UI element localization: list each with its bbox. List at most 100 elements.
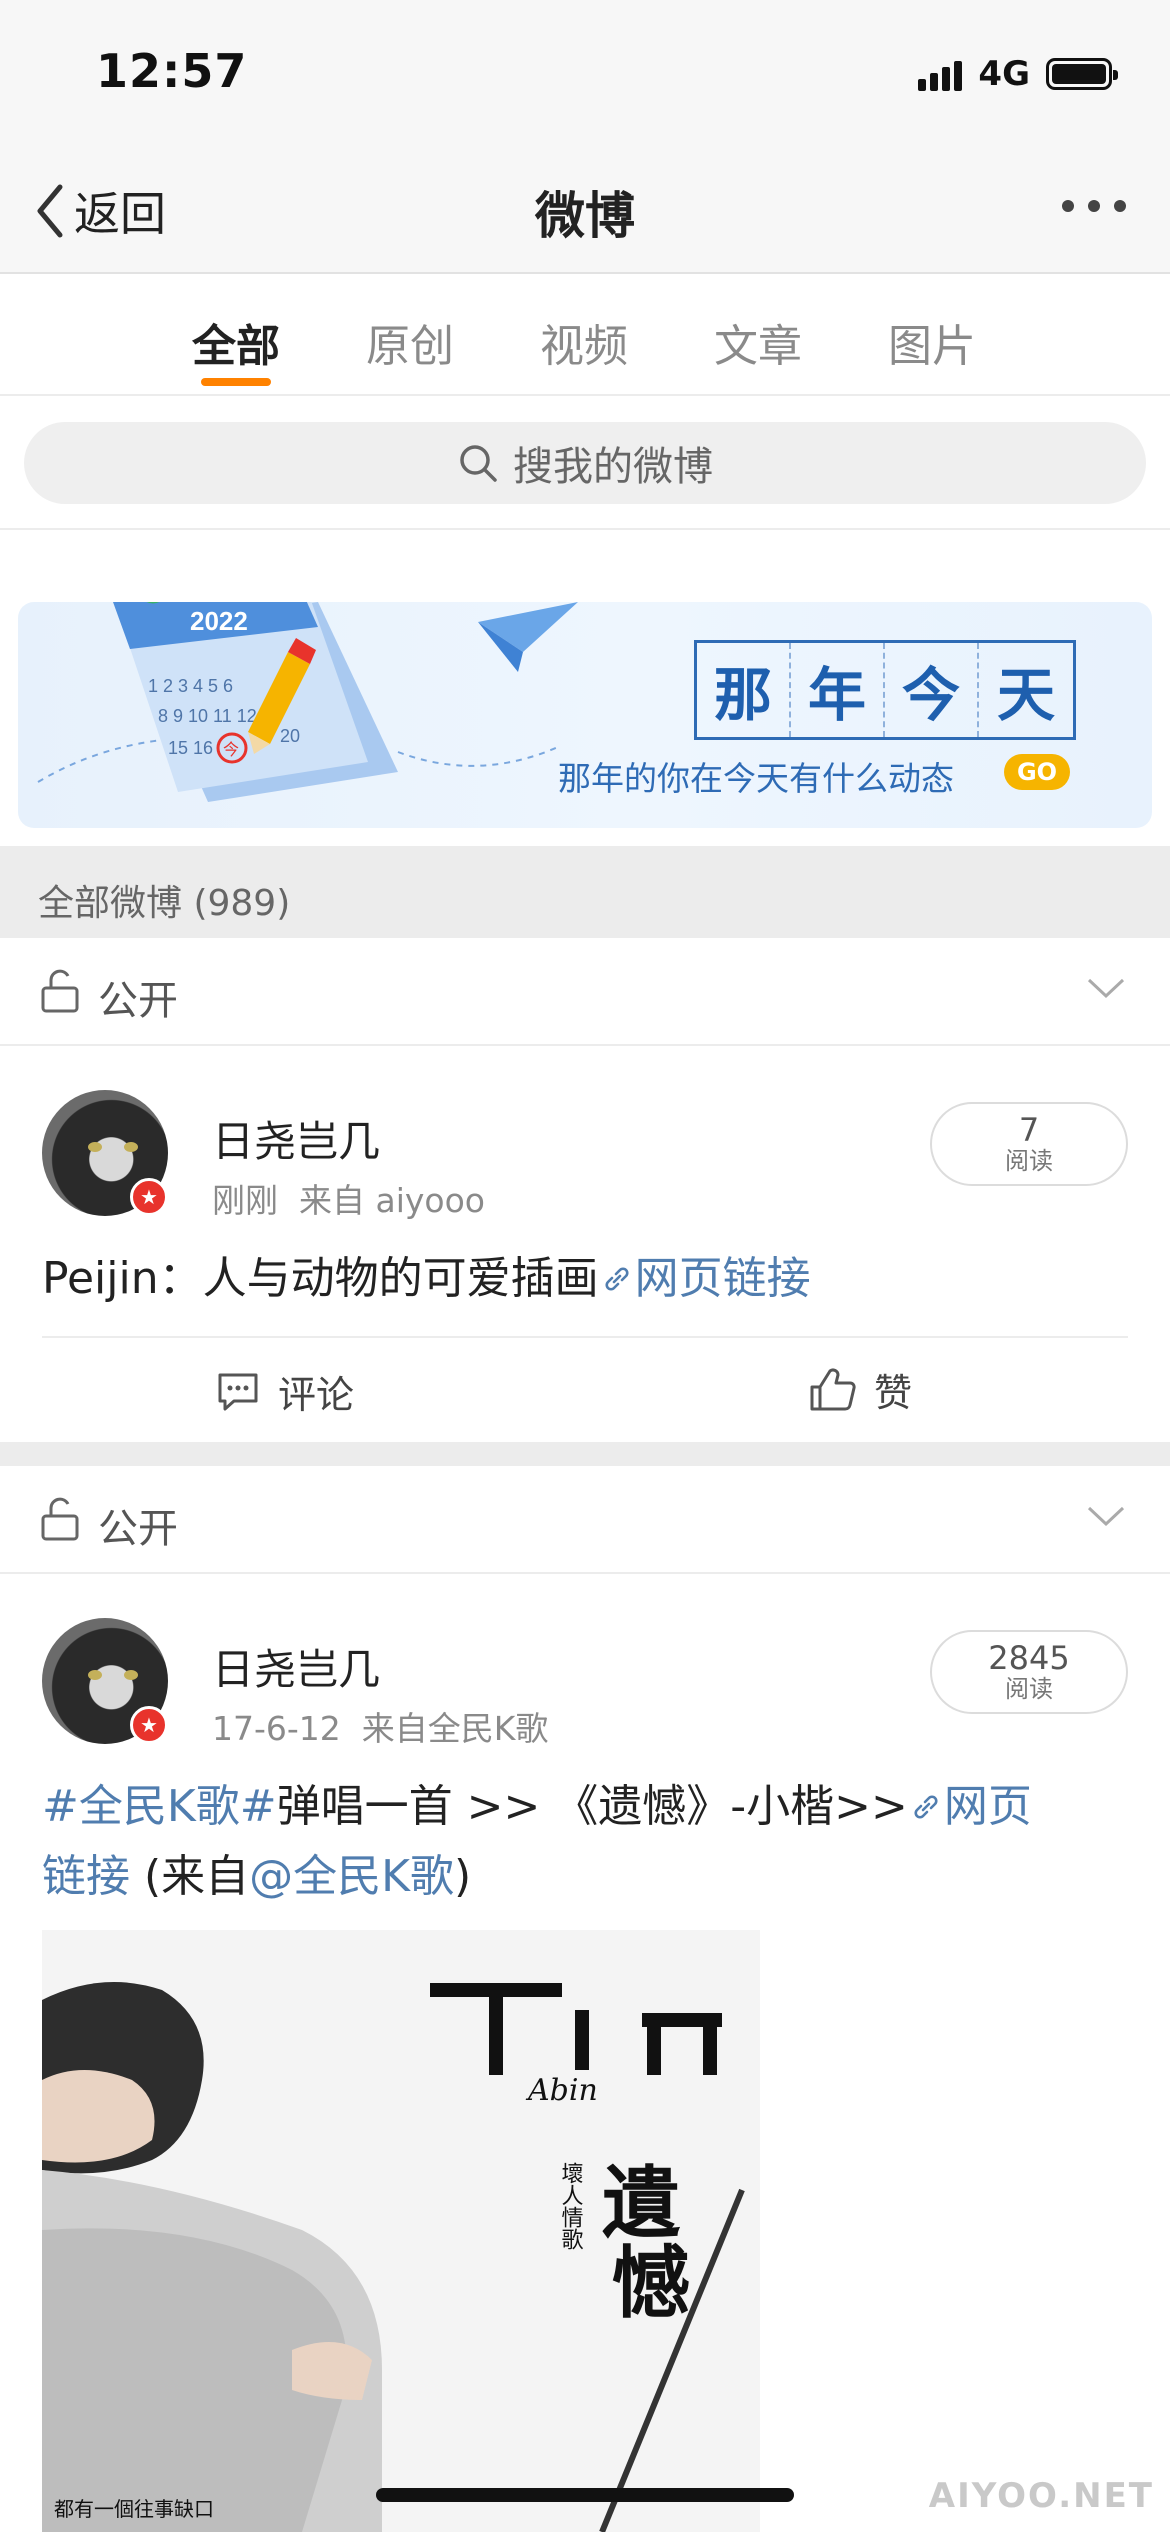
search-placeholder: 搜我的微博: [513, 444, 713, 490]
home-indicator[interactable]: [376, 2488, 794, 2502]
svg-text:15 16: 15 16: [168, 738, 213, 758]
verified-badge-icon: ★: [130, 1178, 168, 1216]
read-label: 阅读: [1005, 1147, 1053, 1175]
tab-video[interactable]: 视频: [540, 310, 628, 374]
on-this-day-banner[interactable]: 2022 1 2 3 4 5 6 8 9 10 11 12 15 16 20 今…: [18, 602, 1152, 828]
album-artist: Abin: [525, 2073, 598, 2108]
mention-link[interactable]: @全民K歌: [249, 1851, 454, 1902]
banner-subtitle: 那年的你在今天有什么动态: [558, 759, 954, 798]
visibility-label: 公开: [98, 978, 178, 1024]
calendar-today: 今: [223, 740, 239, 759]
post-meta: 17-6-12 来自全民K歌: [212, 1702, 548, 1750]
like-button[interactable]: 赞: [808, 1362, 912, 1417]
svg-text:20: 20: [280, 726, 300, 746]
section-header: 全部微博 (989): [0, 846, 1170, 938]
visibility-selector[interactable]: 公开: [0, 938, 1170, 1046]
top-bar: 12:57 4G 返回 微博: [0, 0, 1170, 274]
status-indicators: 4G: [918, 54, 1118, 94]
album-title-1: 遺: [602, 2158, 681, 2249]
comment-button[interactable]: 评论: [216, 1364, 354, 1419]
calendar-illustration: 2022 1 2 3 4 5 6 8 9 10 11 12 15 16 20 今: [37, 602, 578, 802]
post-time: 刚刚: [212, 1181, 278, 1220]
topic-link[interactable]: #全民K歌#: [42, 1781, 277, 1832]
page-title: 微博: [535, 187, 635, 245]
read-count: 7: [1018, 1111, 1040, 1149]
more-dot-icon: [1088, 200, 1100, 212]
from-suffix: ): [454, 1851, 472, 1902]
from-prefix: (来自: [130, 1851, 250, 1902]
unlock-icon: [41, 969, 79, 1013]
search-input[interactable]: 搜我的微博: [24, 422, 1146, 504]
post-image[interactable]: Abin 遺 憾 壞人情歌 都有一個往事缺口: [42, 1930, 760, 2532]
post-body: 弹唱一首 >> 《遗憾》-小楷>>: [276, 1781, 908, 1832]
album-tagline: 壞人情歌: [558, 2162, 584, 2250]
banner-title-char: 那: [697, 643, 791, 737]
tab-all[interactable]: 全部: [192, 310, 280, 374]
read-count: 2845: [988, 1639, 1070, 1677]
web-link-text: 网页链接: [634, 1253, 811, 1304]
post-text: #全民K歌#弹唱一首 >> 《遗憾》-小楷>> 网页链接 (来自@全民K歌): [42, 1772, 1132, 1912]
album-bottom-text: 都有一個往事缺口: [54, 2497, 214, 2521]
verified-badge-icon: ★: [130, 1706, 168, 1744]
unlock-icon: [41, 1497, 79, 1541]
status-time: 12:57: [96, 44, 248, 98]
filter-tabs: 全部 原创 视频 文章 图片: [0, 276, 1170, 396]
battery-icon: [1046, 58, 1118, 90]
network-type: 4G: [978, 54, 1030, 94]
svg-text:8 9 10 11 12: 8 9 10 11 12: [158, 706, 257, 726]
like-label: 赞: [874, 1371, 913, 1415]
post-source: 来自 aiyooo: [298, 1181, 485, 1220]
posts-count-title: 全部微博 (989): [38, 883, 291, 924]
web-link-text: 网页: [943, 1781, 1032, 1832]
read-count-badge: 7 阅读: [930, 1102, 1128, 1186]
web-link-text: 链接: [42, 1851, 130, 1902]
album-cover-image: Abin 遺 憾 壞人情歌 都有一個往事缺口: [42, 1930, 760, 2532]
visibility-label: 公开: [98, 1506, 178, 1552]
search-icon: [460, 445, 497, 482]
avatar-detail: [88, 1142, 102, 1152]
post-meta: 刚刚 来自 aiyooo: [212, 1174, 485, 1222]
comment-label: 评论: [278, 1373, 355, 1417]
post-body: Peijin：人与动物的可爱插画: [42, 1253, 599, 1304]
banner-title-char: 今: [885, 643, 979, 737]
link-icon: [605, 1267, 629, 1291]
tab-picture[interactable]: 图片: [888, 310, 976, 374]
post-source: 来自全民K歌: [361, 1709, 549, 1748]
more-dot-icon: [1114, 200, 1126, 212]
user-name[interactable]: 日尧岂几: [212, 1108, 380, 1169]
visibility-selector[interactable]: 公开: [0, 1466, 1170, 1574]
link-icon: [914, 1795, 938, 1819]
more-dot-icon: [1062, 200, 1074, 212]
banner-title-char: 年: [791, 643, 885, 737]
post-time: 17-6-12: [212, 1709, 341, 1748]
comment-icon: [218, 1373, 258, 1410]
album-title-2: 憾: [612, 2238, 690, 2329]
signal-icon: [918, 57, 963, 91]
chevron-down-icon: [1087, 1506, 1125, 1527]
chevron-down-icon: [1087, 978, 1125, 999]
read-label: 阅读: [1005, 1675, 1053, 1703]
active-tab-indicator: [201, 378, 271, 386]
banner-title: 那 年 今 天: [694, 640, 1076, 740]
thumbs-up-icon: [810, 1368, 856, 1410]
banner-title-char: 天: [996, 661, 1055, 729]
tab-original[interactable]: 原创: [366, 310, 454, 374]
post-text: Peijin：人与动物的可爱插画 网页链接: [42, 1244, 1132, 1314]
user-name[interactable]: 日尧岂几: [212, 1636, 380, 1697]
avatar-detail: [88, 1670, 102, 1680]
more-button[interactable]: [1062, 200, 1126, 212]
avatar-detail: [124, 1670, 138, 1680]
read-count-badge: 2845 阅读: [930, 1630, 1128, 1714]
avatar-detail: [124, 1142, 138, 1152]
post-card: ★ 日尧岂几 刚刚 来自 aiyooo 7 阅读 Peijin：人与动物的可爱插…: [0, 1046, 1170, 1442]
calendar-year: 2022: [190, 606, 248, 636]
tab-article[interactable]: 文章: [714, 310, 802, 374]
watermark: AIYOO.NET: [928, 2476, 1154, 2516]
search-section: 搜我的微博: [0, 398, 1170, 530]
divider: [42, 1336, 1128, 1338]
web-link[interactable]: 网页链接: [599, 1253, 811, 1304]
banner-section: 2022 1 2 3 4 5 6 8 9 10 11 12 15 16 20 今…: [0, 532, 1170, 844]
card-separator: [0, 1442, 1170, 1466]
svg-text:1 2 3 4 5 6: 1 2 3 4 5 6: [148, 676, 233, 696]
banner-go-badge[interactable]: GO: [1004, 754, 1070, 790]
